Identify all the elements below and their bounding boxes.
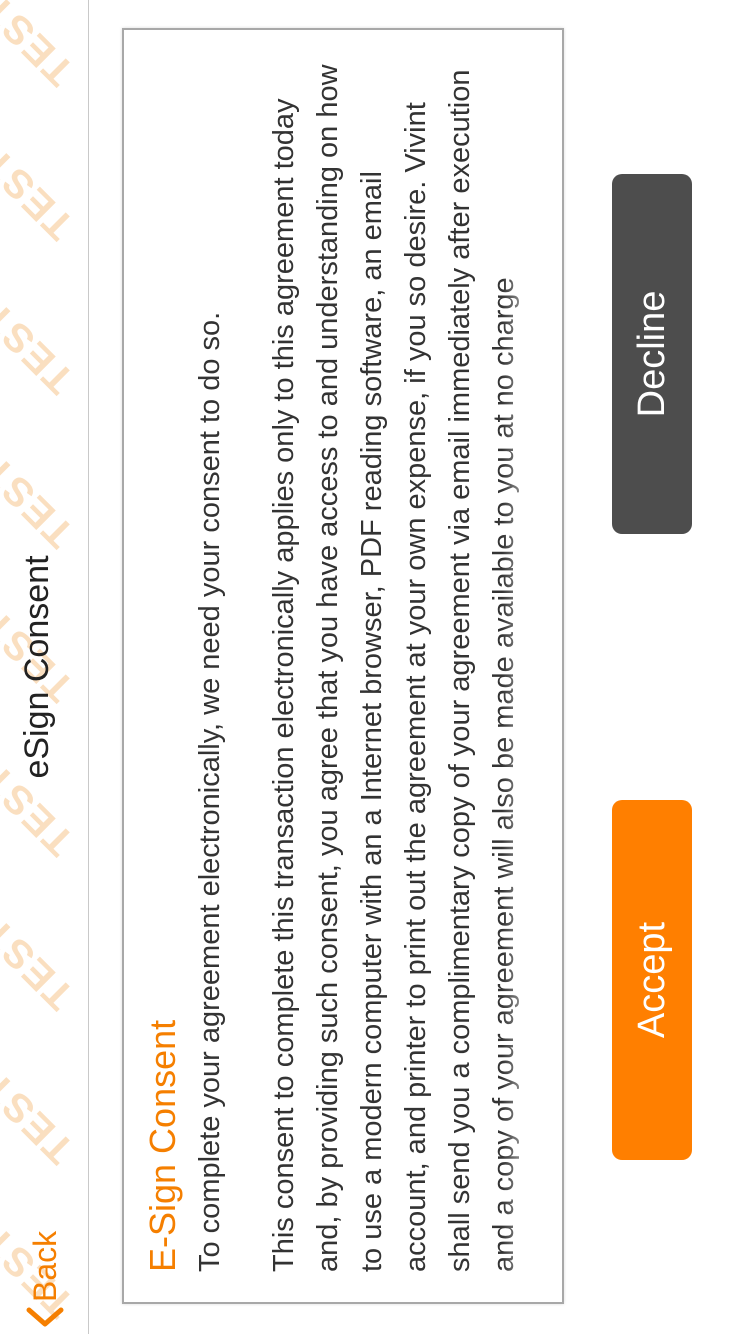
consent-intro: To complete your agreement electronicall…	[194, 311, 226, 1272]
decline-button[interactable]: Decline	[612, 174, 692, 534]
scroll-fade	[502, 30, 562, 1302]
consent-card[interactable]: E-Sign Consent To complete your agreemen…	[122, 28, 564, 1304]
screen: TEST TEST TEST TEST TEST TEST TEST TEST …	[0, 0, 750, 1334]
consent-title: E-Sign Consent	[142, 1019, 183, 1272]
page-title: eSign Consent	[18, 555, 56, 779]
accept-button[interactable]: Accept	[612, 800, 692, 1160]
consent-body: This consent to complete this transactio…	[268, 64, 520, 1272]
header-bar: TEST TEST TEST TEST TEST TEST TEST TEST …	[0, 0, 89, 1334]
